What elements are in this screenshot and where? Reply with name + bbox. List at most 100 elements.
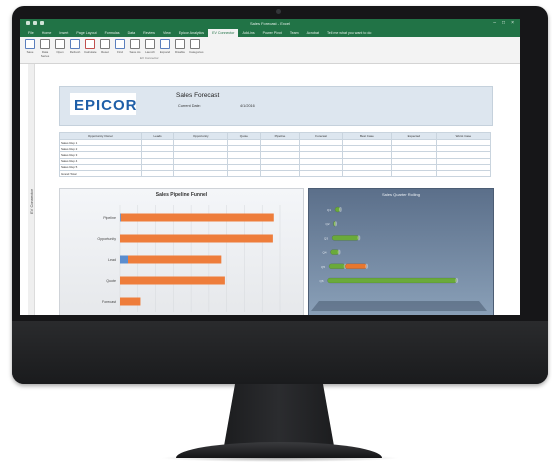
pipeline-funnel-chart[interactable]: Sales Pipeline Funnel Pipeline Opportunit…: [59, 188, 304, 315]
column-header[interactable]: Pipeline: [259, 132, 301, 140]
save-icon: [25, 39, 35, 49]
funnel-bar: [128, 255, 222, 264]
tab-home[interactable]: Home: [38, 29, 56, 37]
tab-add-ins[interactable]: Add-ins: [238, 29, 258, 37]
category-label: Q4: [322, 251, 326, 255]
funnel-bar: [120, 234, 273, 243]
data-series-button[interactable]: Data Series: [39, 39, 51, 58]
tab-view[interactable]: View: [159, 29, 175, 37]
reset-button[interactable]: Reset: [99, 39, 111, 58]
current-date-value: 4/1/2016: [240, 104, 255, 108]
table-cell[interactable]: [173, 169, 229, 178]
excel-window: Sales Forecast - Excel – □ × File Home Ins…: [20, 19, 520, 315]
ribbon: Save Data Series Open Refresh Calculate Reset…: [20, 37, 520, 64]
save-button[interactable]: Save: [24, 39, 36, 58]
table-row[interactable]: Grand Total: [59, 169, 492, 178]
category-label: Forecast: [102, 300, 116, 304]
categories-button[interactable]: Categories: [189, 39, 204, 58]
expand-icon: [160, 39, 170, 49]
ribbon-button-label: Save As: [129, 50, 141, 54]
window-title: Sales Forecast - Excel: [249, 21, 290, 26]
column-header[interactable]: Worst Case: [435, 132, 492, 140]
category-label: Q5: [321, 265, 325, 269]
column-header[interactable]: Quote: [227, 132, 261, 140]
current-date-label: Current Date:: [178, 104, 201, 108]
close-icon[interactable]: ×: [511, 20, 514, 26]
3d-bar: [327, 277, 457, 284]
category-label: Q6: [319, 279, 323, 283]
column-header[interactable]: Opportunity Owner: [59, 132, 142, 140]
bar-cap: [365, 263, 369, 269]
table-cell[interactable]: [140, 169, 175, 178]
3d-bar: [344, 263, 367, 270]
launch-icon: [145, 39, 155, 49]
3d-bar: [328, 263, 346, 270]
funnel-bar: [120, 297, 141, 306]
monitor-chin: [12, 321, 548, 384]
tab-ev-connector[interactable]: EV Connector: [208, 29, 239, 37]
column-header[interactable]: Leads: [140, 132, 175, 140]
side-panel-label: EV Connector: [29, 189, 34, 214]
3d-bar: [331, 235, 360, 241]
column-header[interactable]: Forecast: [299, 132, 343, 140]
maximize-icon[interactable]: □: [502, 20, 505, 26]
table-cell[interactable]: [390, 169, 437, 178]
tab-tell-me-what-you-want-to-do[interactable]: Tell me what you want to do: [323, 29, 375, 37]
worksheet[interactable]: EV Connector EPICOR Sales Forecast Curre…: [20, 64, 520, 315]
chart-floor: [311, 301, 487, 311]
ribbon-button-label: Save: [26, 50, 34, 54]
tab-power-pivot[interactable]: Power Pivot: [259, 29, 286, 37]
column-header[interactable]: Opportunity: [173, 132, 229, 140]
open-icon: [55, 39, 65, 49]
category-label: Opportunity: [97, 237, 116, 241]
webcam: [276, 9, 281, 14]
bar-cap: [338, 207, 342, 212]
ribbon-group-label: EV Connector: [140, 56, 159, 60]
ribbon-button-label: Categories: [189, 50, 204, 54]
ribbon-button-label: Calculate: [84, 50, 97, 54]
find-icon: [115, 39, 125, 49]
save-as-icon: [130, 39, 140, 49]
tab-data[interactable]: Data: [124, 29, 140, 37]
tab-team[interactable]: Team: [286, 29, 303, 37]
open-button[interactable]: Open: [54, 39, 66, 58]
tab-page-layout[interactable]: Page Layout: [72, 29, 100, 37]
category-label: Pipeline: [103, 216, 116, 220]
ribbon-button-label: Reset: [101, 50, 109, 54]
tab-acrobat[interactable]: Acrobat: [303, 29, 323, 37]
ribbon-button-label: Launch: [145, 50, 155, 54]
minimize-icon[interactable]: –: [493, 20, 496, 26]
bar-cap: [455, 278, 459, 283]
ribbon-button-label: Find: [117, 50, 123, 54]
category-label: Quote: [106, 279, 116, 283]
forecast-table[interactable]: Opportunity Owner Leads Opportunity Quote Pi…: [59, 132, 492, 178]
refresh-icon: [70, 39, 80, 49]
table-cell[interactable]: Grand Total: [59, 169, 142, 178]
tab-formulas[interactable]: Formulas: [101, 29, 124, 37]
quarterly-3d-bar-chart[interactable]: Sales Quarter Rolling Q1 Q2 Q3 Q4 Q5 Q6: [308, 188, 494, 315]
calculate-button[interactable]: Calculate: [84, 39, 97, 58]
column-header[interactable]: Best Case: [341, 132, 392, 140]
bar-cap: [357, 235, 361, 241]
chart-title: Sales Pipeline Funnel: [155, 192, 208, 198]
find-button[interactable]: Find: [114, 39, 126, 58]
funnel-bar: [120, 276, 225, 285]
table-cell[interactable]: [299, 169, 343, 178]
ribbon-button-label: Expand: [159, 50, 171, 54]
table-cell[interactable]: [227, 169, 261, 178]
refresh-button[interactable]: Refresh: [69, 39, 81, 58]
table-cell[interactable]: [259, 169, 301, 178]
category-label: Q2: [325, 222, 329, 226]
column-header[interactable]: Expected: [390, 132, 437, 140]
tab-review[interactable]: Review: [139, 29, 159, 37]
tab-epicor-analytics[interactable]: Epicor Analytics: [175, 29, 208, 37]
tab-insert[interactable]: Insert: [55, 29, 72, 37]
table-cell[interactable]: [341, 169, 392, 178]
category-label: Q1: [327, 208, 331, 212]
disable-button[interactable]: Disable: [174, 39, 186, 58]
tab-file[interactable]: File: [24, 29, 38, 37]
expand-button[interactable]: Expand: [159, 39, 171, 58]
bar-cap: [334, 221, 338, 227]
category-label: Lead: [108, 258, 116, 262]
table-cell[interactable]: [435, 169, 492, 178]
